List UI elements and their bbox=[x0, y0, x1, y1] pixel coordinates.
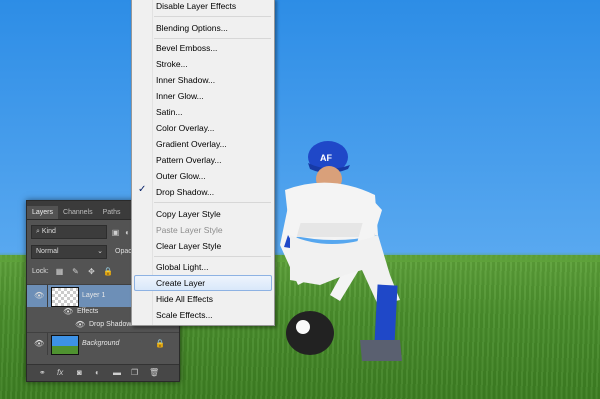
baseball-player-image: AF bbox=[280, 141, 402, 361]
fx-icon[interactable]: fx bbox=[57, 368, 63, 377]
layer-thumbnail[interactable] bbox=[51, 287, 79, 307]
pixel-filter-icon[interactable]: ▣ bbox=[111, 228, 120, 237]
divider bbox=[47, 333, 48, 355]
menu-item-drop-shadow[interactable]: Drop Shadow... bbox=[156, 187, 214, 197]
menu-item-pattern-overlay[interactable]: Pattern Overlay... bbox=[156, 155, 222, 165]
opacity-label: Opac bbox=[115, 248, 132, 255]
checkmark-icon: ✓ bbox=[138, 184, 147, 195]
mask-icon[interactable]: ◙ bbox=[77, 368, 82, 377]
lock-paint-icon[interactable]: ✎ bbox=[71, 267, 80, 276]
menu-item-global-light[interactable]: Global Light... bbox=[156, 262, 208, 272]
layer-thumbnail[interactable] bbox=[51, 335, 79, 355]
tab-channels[interactable]: Channels bbox=[58, 206, 98, 219]
layer-style-context-menu: Disable Layer Effects Blending Options..… bbox=[131, 0, 275, 326]
lock-move-icon[interactable]: ✥ bbox=[87, 267, 96, 276]
panel-footer: ⚭ fx ◙ ◐ ▬ ❐ 🗑 bbox=[27, 364, 179, 381]
blend-mode-select[interactable]: Normal ⌄ bbox=[31, 245, 107, 259]
blend-mode-value: Normal bbox=[36, 248, 59, 255]
link-icon[interactable]: ⚭ bbox=[39, 368, 46, 377]
chevron-down-icon: ⌄ bbox=[97, 248, 103, 255]
lock-transparent-icon[interactable]: ▦ bbox=[55, 267, 64, 276]
lock-icon: 🔒 bbox=[155, 339, 165, 348]
tab-layers[interactable]: Layers bbox=[27, 206, 59, 219]
eye-icon[interactable]: 👁 bbox=[63, 307, 73, 317]
menu-item-inner-shadow[interactable]: Inner Shadow... bbox=[156, 75, 215, 85]
menu-item-stroke[interactable]: Stroke... bbox=[156, 59, 188, 69]
divider bbox=[47, 285, 48, 307]
layer-name[interactable]: Layer 1 bbox=[82, 292, 105, 299]
menu-separator bbox=[154, 38, 271, 39]
layer-row-background[interactable]: 👁 Background 🔒 bbox=[27, 332, 179, 355]
menu-item-copy-layer-style[interactable]: Copy Layer Style bbox=[156, 209, 221, 219]
menu-item-disable-layer-effects[interactable]: Disable Layer Effects bbox=[156, 1, 236, 11]
adjustment-icon[interactable]: ◐ bbox=[95, 368, 100, 377]
menu-item-hide-all-effects[interactable]: Hide All Effects bbox=[156, 294, 213, 304]
menu-item-create-layer[interactable]: Create Layer bbox=[156, 278, 205, 288]
layer-name[interactable]: Background bbox=[82, 340, 119, 347]
kind-filter-select[interactable]: ⌕ Kind bbox=[31, 225, 107, 239]
menu-separator bbox=[154, 202, 271, 203]
menu-item-bevel-emboss[interactable]: Bevel Emboss... bbox=[156, 43, 217, 53]
new-layer-icon[interactable]: ❐ bbox=[131, 368, 138, 377]
menu-item-color-overlay[interactable]: Color Overlay... bbox=[156, 123, 214, 133]
menu-item-blending-options[interactable]: Blending Options... bbox=[156, 23, 228, 33]
menu-item-paste-layer-style: Paste Layer Style bbox=[156, 225, 223, 235]
tab-paths[interactable]: Paths bbox=[98, 206, 126, 219]
svg-text:AF: AF bbox=[320, 153, 332, 163]
menu-item-satin[interactable]: Satin... bbox=[156, 107, 182, 117]
menu-item-gradient-overlay[interactable]: Gradient Overlay... bbox=[156, 139, 227, 149]
eye-icon[interactable]: 👁 bbox=[75, 320, 85, 330]
menu-separator bbox=[154, 256, 271, 257]
lock-label: Lock: bbox=[32, 268, 49, 275]
kind-filter-label: Kind bbox=[41, 228, 56, 235]
menu-item-inner-glow[interactable]: Inner Glow... bbox=[156, 91, 204, 101]
effects-label: Effects bbox=[77, 308, 99, 315]
menu-item-outer-glow[interactable]: Outer Glow... bbox=[156, 171, 206, 181]
eye-icon[interactable]: 👁 bbox=[34, 291, 44, 301]
effect-name: Drop Shadow bbox=[89, 321, 132, 328]
eye-icon[interactable]: 👁 bbox=[34, 339, 44, 349]
lock-all-icon[interactable]: 🔒 bbox=[103, 267, 113, 276]
menu-item-clear-layer-style[interactable]: Clear Layer Style bbox=[156, 241, 221, 251]
menu-separator bbox=[154, 16, 271, 17]
folder-icon[interactable]: ▬ bbox=[113, 368, 121, 377]
menu-item-scale-effects[interactable]: Scale Effects... bbox=[156, 310, 213, 320]
trash-icon[interactable]: 🗑 bbox=[149, 368, 159, 377]
